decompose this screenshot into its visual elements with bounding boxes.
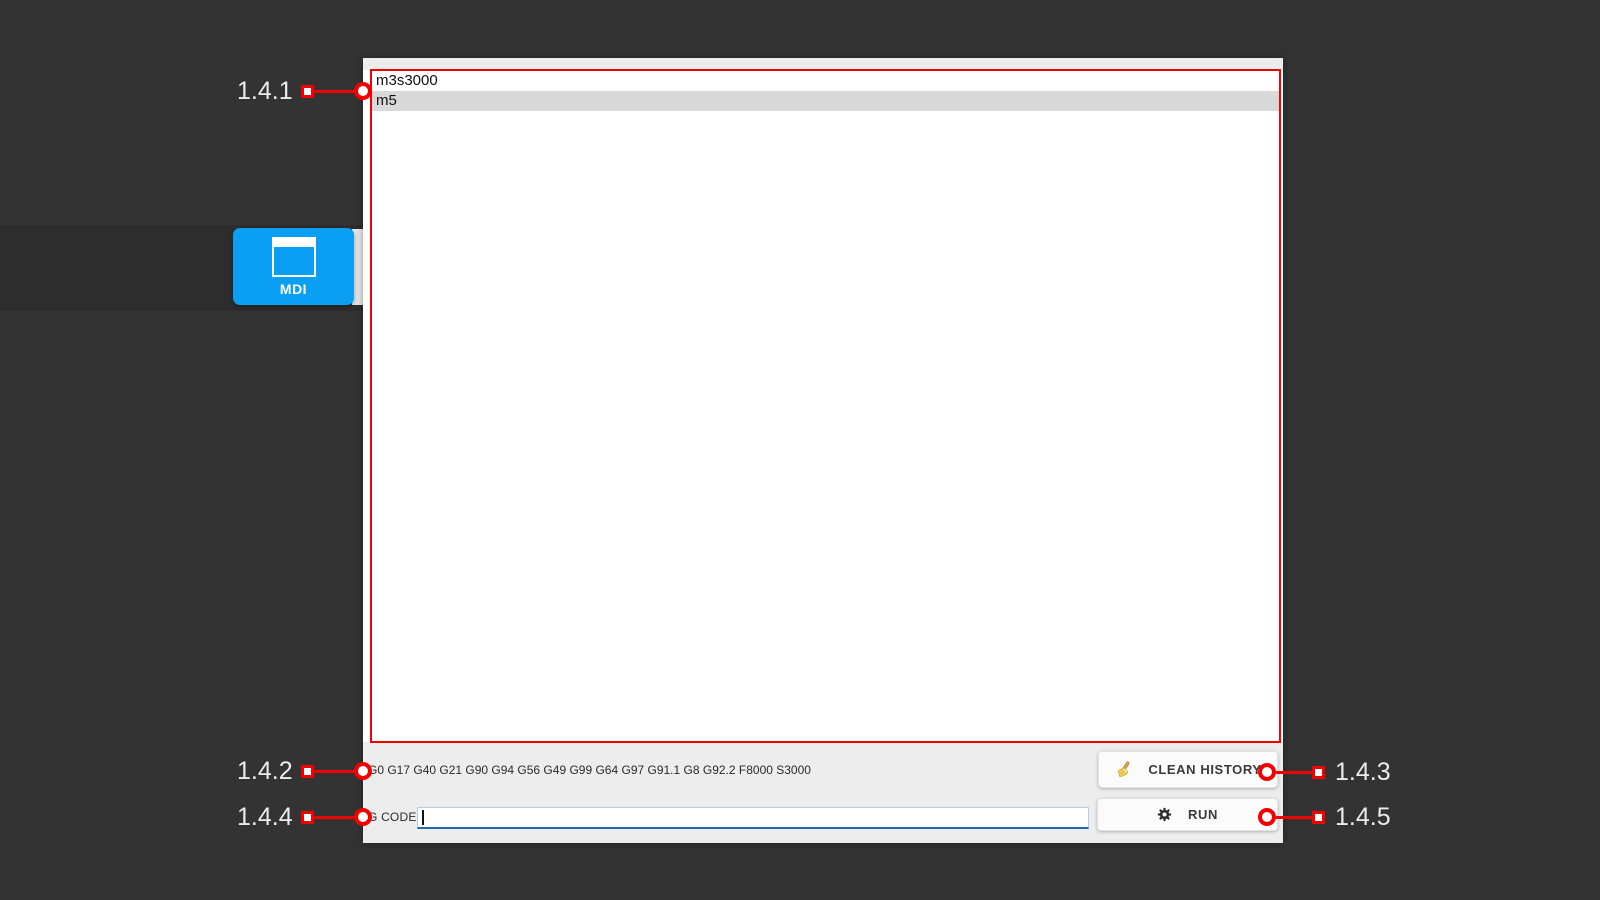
callout-label: 1.4.1 [237, 77, 291, 106]
callout-line [314, 770, 354, 773]
callout-1-4-2: 1.4.2 [237, 758, 372, 784]
callout-marker-square [301, 811, 314, 824]
callout-marker-circle [1258, 808, 1276, 826]
callout-label: 1.4.3 [1335, 758, 1391, 787]
modal-codes-status: G0 G17 G40 G21 G90 G94 G56 G49 G99 G64 G… [368, 762, 811, 778]
callout-line [1276, 771, 1312, 774]
text-caret [422, 810, 424, 825]
callout-1-4-3: 1.4.3 [1258, 759, 1391, 785]
callout-marker-square [1312, 766, 1325, 779]
tab-mdi[interactable]: MDI [233, 228, 354, 305]
callout-marker-circle [1258, 763, 1276, 781]
callout-1-4-4: 1.4.4 [237, 804, 372, 830]
callout-1-4-1: 1.4.1 [237, 78, 372, 104]
desktop-background: MDI m3s3000 m5 G0 G17 G40 G21 G90 G94 G5… [0, 0, 1600, 900]
callout-line [314, 816, 354, 819]
callout-marker-square [1312, 811, 1325, 824]
callout-1-4-5: 1.4.5 [1258, 804, 1391, 830]
run-button[interactable]: RUN [1097, 798, 1278, 831]
callout-line [314, 90, 354, 93]
window-icon [272, 237, 316, 277]
callout-marker-square [301, 765, 314, 778]
annotation-highlight-frame: m3s3000 m5 [370, 69, 1281, 743]
run-label: RUN [1188, 807, 1218, 822]
callout-marker-circle [354, 762, 372, 780]
tab-mdi-label: MDI [280, 281, 307, 297]
callout-label: 1.4.2 [237, 757, 291, 786]
broom-icon [1114, 761, 1132, 779]
gear-icon [1157, 807, 1172, 822]
callout-marker-circle [354, 808, 372, 826]
callout-marker-square [301, 85, 314, 98]
callout-marker-circle [354, 82, 372, 100]
clean-history-label: CLEAN HISTORY [1148, 762, 1261, 777]
gcode-label: G CODE: [368, 809, 420, 825]
mdi-history-list[interactable]: m3s3000 m5 [372, 71, 1279, 111]
callout-label: 1.4.5 [1335, 803, 1391, 832]
mdi-panel: m3s3000 m5 G0 G17 G40 G21 G90 G94 G56 G4… [363, 58, 1283, 843]
history-item-selected[interactable]: m5 [372, 91, 1279, 111]
gcode-input[interactable] [417, 807, 1089, 829]
clean-history-button[interactable]: CLEAN HISTORY [1098, 751, 1278, 788]
callout-line [1276, 816, 1312, 819]
history-item[interactable]: m3s3000 [372, 71, 1279, 91]
callout-label: 1.4.4 [237, 803, 291, 832]
